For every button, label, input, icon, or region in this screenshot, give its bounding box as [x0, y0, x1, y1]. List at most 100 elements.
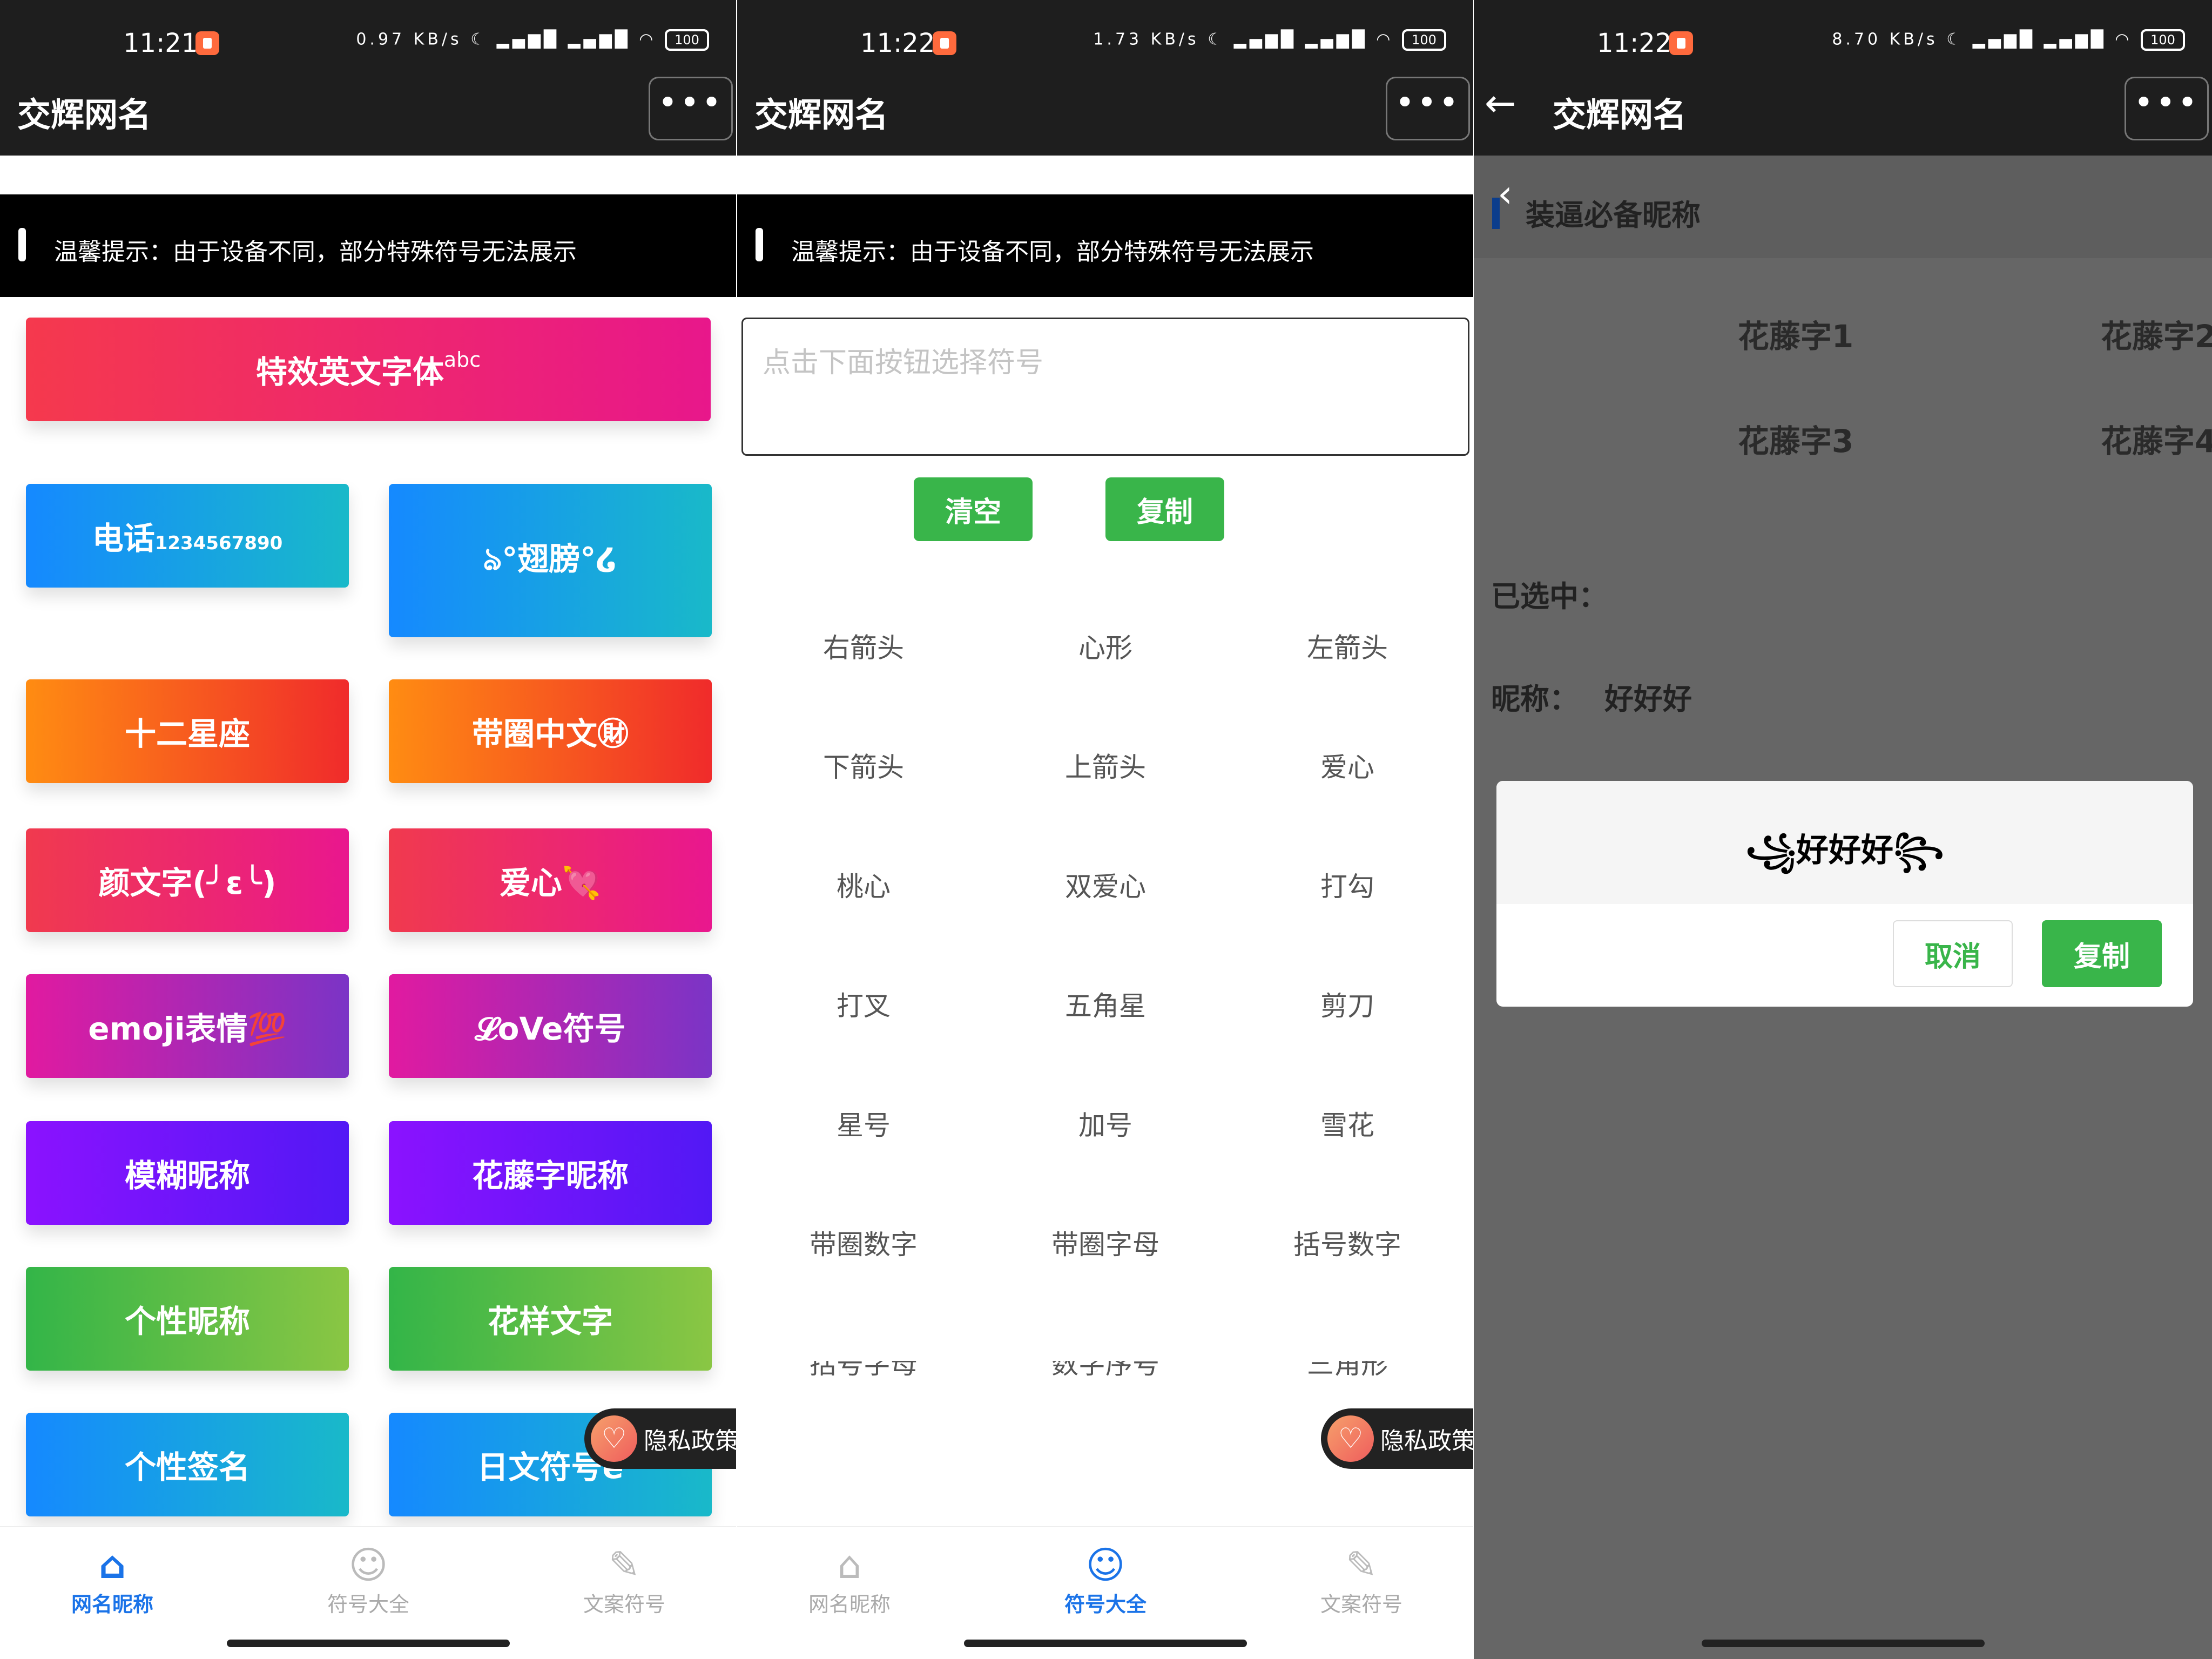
symbol-category-item[interactable]: 上箭头 [984, 746, 1226, 785]
system-icons: 8.70 KB/s ☾ ▂▄▆█ ▂▄▆█ ◠ 100 [1832, 29, 2185, 51]
symbol-input-placeholder: 点击下面按钮选择符号 [763, 347, 1044, 379]
smile-icon: ☺ [348, 1543, 388, 1587]
symbol-category-item[interactable]: 括号数字 [1226, 1223, 1468, 1262]
zodiac-button[interactable]: 十二星座 [26, 679, 349, 783]
style-option-2[interactable]: 花藤字2 [2024, 311, 2212, 356]
status-and-title-bar: 11:22 1.73 KB/s ☾ ▂▄▆█ ▂▄▆█ ◠ 100 交辉网名 •… [737, 0, 1473, 156]
kaomoji-label: 颜文字(╯ε╰) [98, 865, 276, 901]
tab-nickname[interactable]: ⌂ 网名昵称 [768, 1542, 930, 1617]
symbol-category-item[interactable]: 打叉 [743, 984, 984, 1023]
tab-copywriting[interactable]: ✎ 文案符号 [1280, 1542, 1442, 1617]
status-time: 11:22 [860, 28, 935, 58]
tab-symbols-label: 符号大全 [1064, 1593, 1147, 1616]
personal-nickname-button[interactable]: 个性昵称 [26, 1267, 349, 1371]
network-speed: 1.73 KB/s [1093, 30, 1199, 49]
fancy-english-label: 特效英文字体 [255, 354, 444, 390]
symbol-category-item[interactable]: 五角星 [984, 984, 1226, 1023]
signature-button[interactable]: 个性签名 [26, 1413, 349, 1516]
home-indicator [226, 1640, 510, 1647]
fancy-text-button[interactable]: 花样文字 [389, 1267, 712, 1371]
circled-chinese-label: 带圈中文㊖ [471, 716, 629, 752]
tip-text: 温馨提示：由于设备不同，部分特殊符号无法展示 [54, 238, 577, 266]
personal-nickname-label: 个性昵称 [124, 1303, 250, 1340]
symbol-category-item[interactable]: 带圈字母 [984, 1223, 1226, 1262]
copy-button[interactable]: 复制 [1105, 477, 1224, 541]
love-symbol-label: 𝓛oVe符号 [475, 1010, 626, 1047]
nickname-detail-screen: 11:22 8.70 KB/s ☾ ▂▄▆█ ▂▄▆█ ◠ 100 ← 交辉网名… [1474, 0, 2212, 1659]
battery-icon: 100 [665, 29, 709, 51]
battery-icon: 100 [1402, 29, 1446, 51]
emoji-label: emoji表情💯 [88, 1010, 287, 1047]
style-option-4[interactable]: 花藤字4 [2024, 416, 2212, 461]
pencil-icon: ✎ [1345, 1543, 1378, 1587]
wings-label: ঌ°翅膀°໒ [483, 541, 618, 577]
symbol-category-item[interactable]: 心形 [984, 626, 1226, 665]
clear-button[interactable]: 清空 [914, 477, 1033, 541]
phone-number-button[interactable]: 电话 1234567890 [26, 484, 349, 588]
privacy-label: 隐私政策 [644, 1427, 736, 1455]
home-icon: ⌂ [837, 1543, 862, 1587]
love-symbol-button[interactable]: 𝓛oVe符号 [389, 974, 712, 1078]
privacy-policy-button[interactable]: ♡ 隐私政策 [584, 1408, 736, 1469]
section-header: ‹ 装逼必备昵称 [1474, 156, 2212, 258]
emoji-button[interactable]: emoji表情💯 [26, 974, 349, 1078]
network-speed: 8.70 KB/s [1832, 30, 1938, 49]
smile-icon: ☺ [1085, 1543, 1125, 1587]
fancy-english-font-button[interactable]: 特效英文字体 abc [26, 318, 711, 421]
chevron-left-icon[interactable]: ‹ [1498, 172, 1513, 216]
symbol-input-box[interactable]: 点击下面按钮选择符号 [741, 318, 1469, 456]
more-menu-button[interactable]: ••• [1386, 77, 1470, 140]
privacy-policy-button[interactable]: ♡ 隐私政策 [1321, 1408, 1473, 1469]
symbol-category-item[interactable]: 带圈数字 [743, 1223, 984, 1262]
fancy-text-label: 花样文字 [487, 1303, 613, 1340]
pencil-icon: ✎ [608, 1543, 640, 1587]
symbol-category-item[interactable]: 加号 [984, 1104, 1226, 1143]
heart-icon: ♡ [591, 1415, 637, 1462]
app-title: 交辉网名 [1553, 95, 1687, 134]
home-screen: 11:21 0.97 KB/s ☾ ▂▄▆█ ▂▄▆█ ◠ 100 交辉网名 •… [0, 0, 736, 1659]
app-title: 交辉网名 [754, 95, 889, 134]
kaomoji-button[interactable]: 颜文字(╯ε╰) [26, 828, 349, 932]
selected-label: 已选中： [1491, 579, 1608, 613]
fancy-english-sup: abc [443, 348, 481, 372]
tip-banner: 温馨提示：由于设备不同，部分特殊符号无法展示 [0, 194, 736, 297]
blur-nickname-button[interactable]: 模糊昵称 [26, 1121, 349, 1225]
dialog-cancel-button[interactable]: 取消 [1893, 920, 2013, 987]
symbol-category-item[interactable]: 下箭头 [743, 746, 984, 785]
status-time: 11:22 [1597, 28, 1672, 58]
symbol-category-item[interactable]: 星号 [743, 1104, 984, 1143]
style-option-1[interactable]: 花藤字1 [1661, 311, 1931, 356]
tab-symbols-label: 符号大全 [327, 1593, 409, 1616]
tip-text: 温馨提示：由于设备不同，部分特殊符号无法展示 [791, 238, 1314, 266]
dialog-copy-button[interactable]: 复制 [2042, 920, 2162, 987]
love-button[interactable]: 爱心💘 [389, 828, 712, 932]
tab-symbols[interactable]: ☺ 符号大全 [1024, 1542, 1186, 1617]
circled-chinese-button[interactable]: 带圈中文㊖ [389, 679, 712, 783]
symbol-category-item[interactable]: 打勾 [1226, 865, 1468, 904]
privacy-label: 隐私政策 [1380, 1427, 1473, 1455]
flower-nickname-label: 花藤字昵称 [471, 1157, 629, 1194]
more-menu-button[interactable]: ••• [649, 77, 733, 140]
tab-nickname-label: 网名昵称 [71, 1593, 153, 1616]
symbol-category-item[interactable]: 剪刀 [1226, 984, 1468, 1023]
style-option-3[interactable]: 花藤字3 [1661, 416, 1931, 461]
back-arrow-icon[interactable]: ← [1485, 81, 1516, 125]
symbol-category-item[interactable]: 双爱心 [984, 865, 1226, 904]
tab-nickname[interactable]: ⌂ 网名昵称 [31, 1542, 193, 1617]
zodiac-label: 十二星座 [124, 716, 250, 752]
wings-button[interactable]: ঌ°翅膀°໒ [389, 484, 712, 637]
tab-copywriting[interactable]: ✎ 文案符号 [543, 1542, 705, 1617]
symbol-category-item[interactable]: 爱心 [1226, 746, 1468, 785]
tab-symbols[interactable]: ☺ 符号大全 [287, 1542, 449, 1617]
flower-nickname-button[interactable]: 花藤字昵称 [389, 1121, 712, 1225]
symbol-category-item[interactable]: 左箭头 [1226, 626, 1468, 665]
more-menu-button[interactable]: ••• [2125, 77, 2209, 140]
dialog-preview-area: ꧁好好好꧂ [1496, 781, 2193, 904]
tab-copywriting-label: 文案符号 [583, 1593, 665, 1616]
status-and-title-bar: 11:22 8.70 KB/s ☾ ▂▄▆█ ▂▄▆█ ◠ 100 ← 交辉网名… [1474, 0, 2212, 156]
phone-label: 电话 [92, 520, 155, 557]
symbol-category-item[interactable]: 桃心 [743, 865, 984, 904]
section-title: 装逼必备昵称 [1526, 198, 1701, 232]
symbol-category-item[interactable]: 右箭头 [743, 626, 984, 665]
symbol-category-item[interactable]: 雪花 [1226, 1104, 1468, 1143]
